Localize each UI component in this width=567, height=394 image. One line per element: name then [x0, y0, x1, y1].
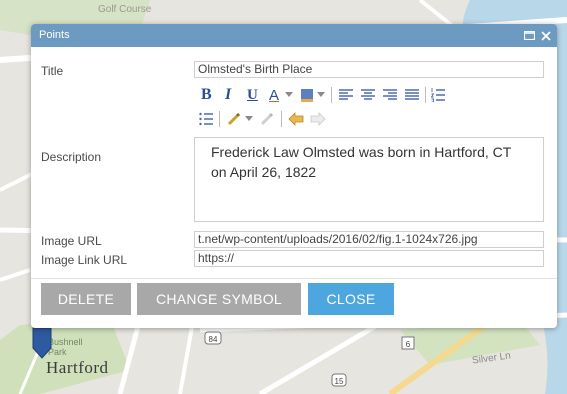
title-input[interactable]: Olmsted's Birth Place: [194, 61, 544, 78]
image-url-input[interactable]: t.net/wp-content/uploads/2016/02/fig.1-1…: [194, 231, 544, 248]
title-label: Title: [41, 64, 64, 78]
italic-icon[interactable]: I: [225, 86, 231, 104]
map-pin-icon[interactable]: [31, 326, 53, 360]
svg-text:15: 15: [335, 377, 344, 386]
popup-title: Points: [39, 29, 70, 41]
font-color-icon[interactable]: A: [269, 86, 279, 104]
edit-popup: Points Title Olmsted's Birth Place B I U…: [31, 24, 557, 328]
popup-header: Points: [31, 24, 557, 47]
route-shield: 6: [401, 336, 415, 350]
image-link-url-input[interactable]: https://: [194, 250, 544, 267]
highlight-icon[interactable]: [299, 86, 315, 104]
divider: [31, 278, 557, 279]
rich-text-toolbar-row2: [199, 109, 544, 131]
align-center-icon[interactable]: [361, 86, 375, 104]
chevron-down-icon[interactable]: [317, 86, 325, 104]
redo-icon[interactable]: [309, 110, 327, 128]
bullet-list-icon[interactable]: [199, 110, 213, 128]
align-left-icon[interactable]: [339, 86, 353, 104]
underline-icon[interactable]: U: [247, 86, 258, 104]
link-icon[interactable]: [226, 110, 242, 128]
bold-icon[interactable]: B: [201, 86, 212, 104]
close-icon[interactable]: [541, 30, 551, 41]
undo-icon[interactable]: [287, 110, 305, 128]
image-url-label: Image URL: [41, 234, 102, 248]
description-editor[interactable]: Frederick Law Olmsted was born in Hartfo…: [194, 137, 544, 222]
chevron-down-icon[interactable]: [285, 86, 293, 104]
image-link-url-label: Image Link URL: [41, 253, 128, 267]
maximize-icon[interactable]: [524, 31, 535, 40]
numbered-list-icon[interactable]: [431, 86, 445, 104]
change-symbol-button[interactable]: CHANGE SYMBOL: [137, 283, 301, 315]
svg-text:6: 6: [406, 340, 411, 349]
chevron-down-icon[interactable]: [245, 110, 253, 128]
map-label-hartford: Hartford: [46, 358, 109, 377]
svg-text:84: 84: [209, 335, 218, 344]
rich-text-toolbar: B I U A: [199, 84, 544, 108]
unlink-icon[interactable]: [259, 110, 275, 128]
close-button[interactable]: CLOSE: [308, 283, 394, 315]
map-label-bushnell-park: Bushnell Park: [48, 337, 83, 357]
delete-button[interactable]: DELETE: [41, 283, 131, 315]
map-label-golf-course: Golf Course: [98, 4, 152, 15]
route-shield: 15: [331, 373, 347, 387]
description-label: Description: [41, 150, 102, 164]
route-shield: 84: [204, 331, 222, 345]
align-right-icon[interactable]: [383, 86, 397, 104]
justify-icon[interactable]: [405, 86, 419, 104]
